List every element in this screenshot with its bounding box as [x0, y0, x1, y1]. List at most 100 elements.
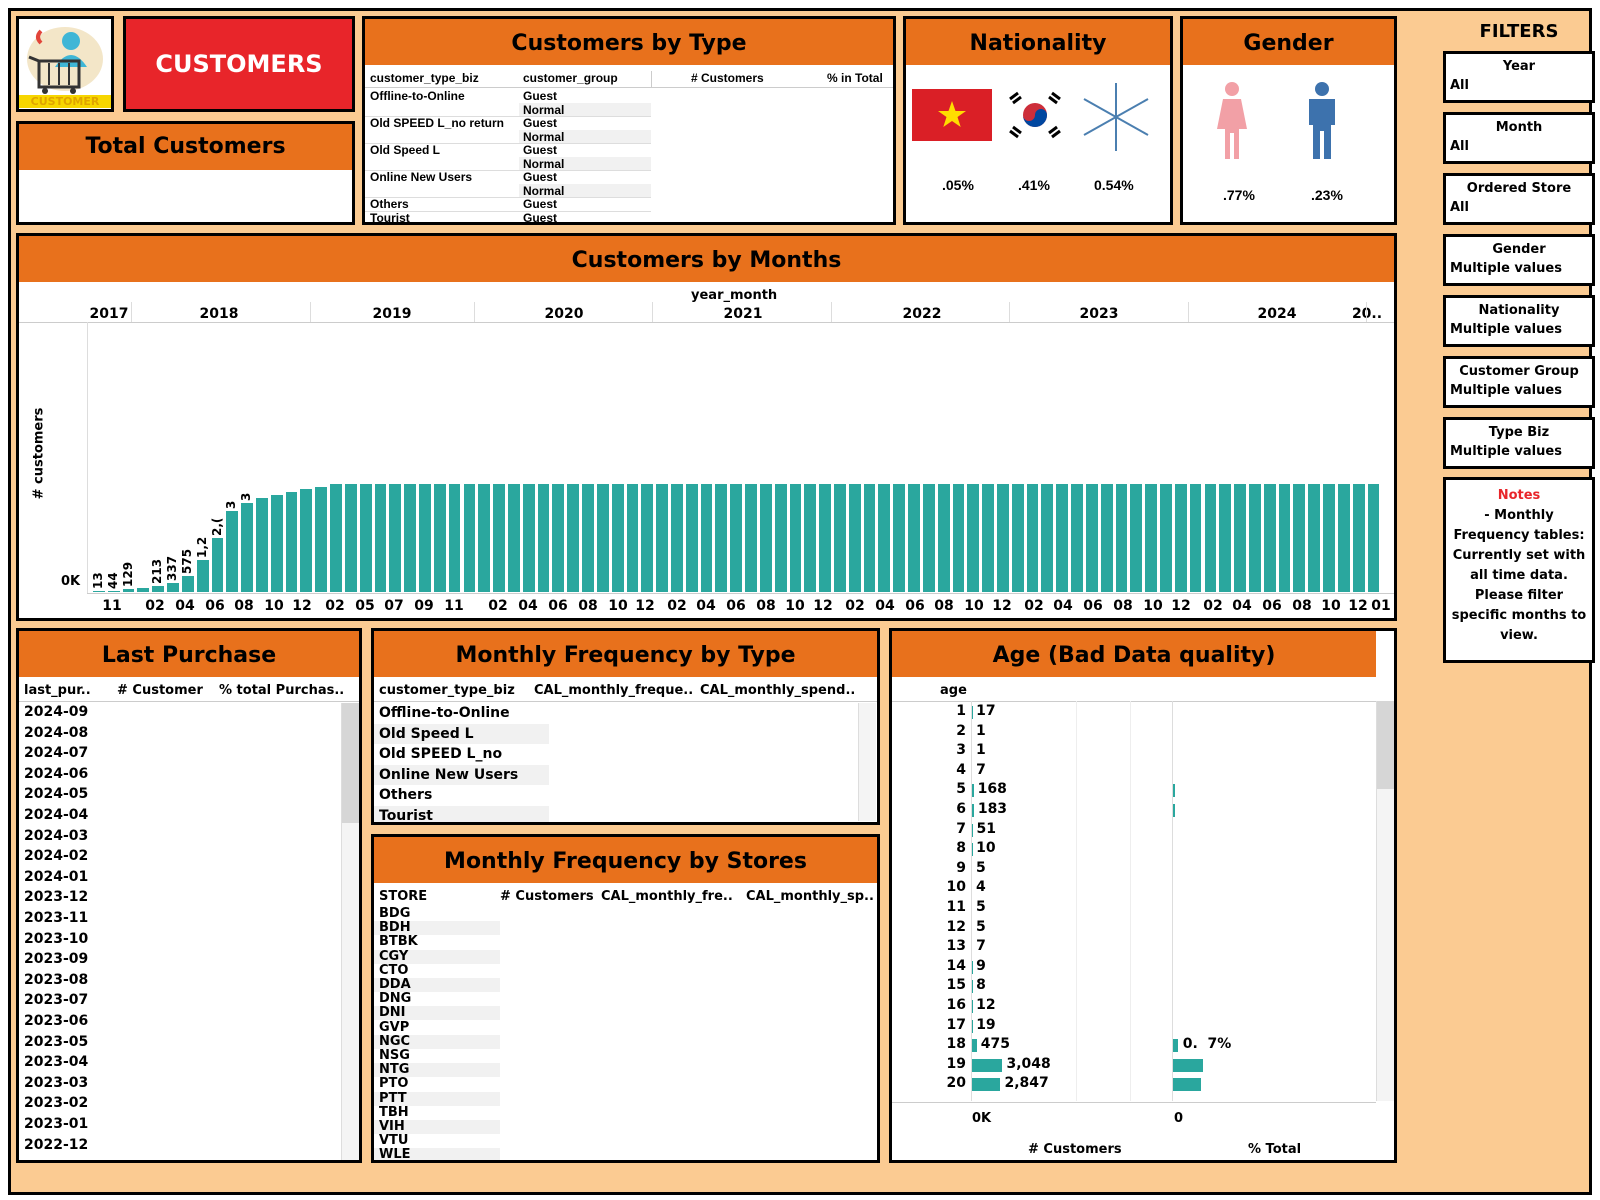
freq-store-row[interactable]: TBH	[374, 1105, 500, 1120]
age-pct-bar[interactable]	[1173, 1039, 1178, 1053]
month-bar[interactable]	[181, 576, 194, 592]
month-bar[interactable]	[834, 484, 846, 592]
month-bar[interactable]	[819, 484, 831, 592]
month-bar[interactable]	[1234, 484, 1246, 592]
month-bar[interactable]	[167, 582, 179, 592]
month-bar[interactable]	[463, 484, 476, 592]
age-scroll-thumb[interactable]	[1377, 701, 1394, 789]
month-bar[interactable]	[1056, 484, 1069, 592]
last-purchase-row[interactable]: 2023-07	[24, 992, 88, 1008]
freq-store-row[interactable]: NTG	[374, 1063, 500, 1078]
month-bar[interactable]	[122, 588, 135, 592]
last-purchase-row[interactable]: 2023-01	[24, 1116, 88, 1132]
month-bar[interactable]	[433, 484, 446, 592]
last-purchase-row[interactable]: 2023-06	[24, 1013, 88, 1029]
month-bar[interactable]	[1145, 484, 1158, 592]
month-bar[interactable]	[315, 486, 328, 592]
month-bar[interactable]	[1115, 484, 1128, 592]
month-bar[interactable]	[567, 484, 580, 592]
month-bar[interactable]	[389, 484, 402, 592]
freq-type-row[interactable]: Others	[374, 785, 549, 805]
month-bar[interactable]	[152, 586, 165, 592]
filter-type-biz[interactable]: Type Biz Multiple values	[1443, 417, 1595, 469]
filter-value[interactable]: Multiple values	[1450, 383, 1592, 398]
month-bar[interactable]	[982, 484, 994, 592]
freq-type-row[interactable]: Old SPEED L_no retu..	[374, 744, 549, 782]
filter-month[interactable]: Month All	[1443, 112, 1595, 164]
freq-store-row[interactable]: VIH	[374, 1120, 500, 1134]
month-bar[interactable]	[1160, 484, 1172, 592]
last-purchase-row[interactable]: 2023-03	[24, 1075, 88, 1091]
last-purchase-row[interactable]: 2024-01	[24, 869, 88, 885]
freq-type-row[interactable]: Old Speed L	[374, 723, 549, 744]
freq-store-row[interactable]: GVP	[374, 1020, 500, 1035]
month-bar[interactable]	[507, 484, 520, 592]
month-bar[interactable]	[478, 484, 491, 592]
month-bar[interactable]	[1263, 484, 1276, 592]
month-bar[interactable]	[1189, 484, 1202, 592]
month-bar[interactable]	[270, 494, 283, 592]
last-purchase-row[interactable]: 2023-12	[24, 889, 88, 905]
month-bar[interactable]	[344, 484, 357, 592]
last-purchase-row[interactable]: 2024-02	[24, 848, 88, 864]
month-bar[interactable]	[493, 484, 505, 592]
month-bar[interactable]	[611, 484, 624, 592]
filter-value[interactable]: Multiple values	[1450, 444, 1592, 459]
month-bar[interactable]	[759, 484, 772, 592]
month-bar[interactable]	[626, 484, 639, 592]
month-bar[interactable]	[241, 502, 253, 592]
month-bar[interactable]	[1308, 484, 1321, 592]
last-purchase-row[interactable]: 2023-10	[24, 931, 88, 947]
freq-store-row[interactable]: DNG	[374, 992, 500, 1006]
month-bar[interactable]	[641, 484, 654, 592]
month-bar[interactable]	[359, 484, 372, 592]
filter-customer-group[interactable]: Customer Group Multiple values	[1443, 356, 1595, 408]
month-bar[interactable]	[537, 484, 550, 592]
month-bar[interactable]	[893, 484, 906, 592]
month-bar[interactable]	[1041, 484, 1054, 592]
month-bar[interactable]	[196, 559, 209, 592]
filter-gender[interactable]: Gender Multiple values	[1443, 234, 1595, 286]
month-bar[interactable]	[863, 484, 876, 592]
month-bar[interactable]	[1219, 484, 1232, 592]
month-bar[interactable]	[922, 484, 935, 592]
last-purchase-row[interactable]: 2023-08	[24, 972, 88, 988]
month-bar[interactable]	[878, 484, 891, 592]
last-purchase-row[interactable]: 2023-04	[24, 1054, 88, 1070]
month-bar[interactable]	[1337, 484, 1350, 592]
month-bar[interactable]	[1323, 484, 1335, 592]
last-purchase-row[interactable]: 2023-09	[24, 951, 88, 967]
month-bar[interactable]	[404, 484, 417, 592]
age-pct-bar[interactable]	[1173, 1058, 1204, 1072]
month-bar[interactable]	[967, 484, 980, 592]
month-bar[interactable]	[211, 538, 224, 592]
month-bar[interactable]	[137, 587, 150, 592]
month-bar[interactable]	[1367, 484, 1380, 592]
month-bar[interactable]	[670, 484, 683, 592]
month-bar[interactable]	[1352, 484, 1365, 592]
last-purchase-row[interactable]: 2024-05	[24, 786, 88, 802]
last-purchase-row[interactable]: 2024-09	[24, 704, 88, 720]
month-bar[interactable]	[997, 484, 1009, 592]
filter-year[interactable]: Year All	[1443, 51, 1595, 103]
month-bar[interactable]	[774, 484, 787, 592]
last-purchase-row[interactable]: 2024-06	[24, 766, 88, 782]
freq-store-row[interactable]: CGY	[374, 949, 500, 964]
filter-value[interactable]: All	[1450, 139, 1592, 154]
filter-value[interactable]: All	[1450, 200, 1592, 215]
freq-store-row[interactable]: DNI	[374, 1006, 500, 1021]
month-bar[interactable]	[1174, 484, 1187, 592]
age-scrollbar[interactable]	[1376, 701, 1394, 1101]
month-bar[interactable]	[1130, 484, 1143, 592]
month-bar[interactable]	[448, 484, 461, 592]
month-bar[interactable]	[685, 484, 698, 592]
month-bar[interactable]	[1278, 484, 1291, 592]
freq-store-row[interactable]: DDA	[374, 978, 500, 992]
filter-value[interactable]: Multiple values	[1450, 261, 1592, 276]
month-bar[interactable]	[1026, 484, 1039, 592]
month-bar[interactable]	[700, 484, 713, 592]
month-bar[interactable]	[107, 590, 120, 592]
month-bar[interactable]	[952, 484, 965, 592]
last-purchase-row[interactable]: 2024-08	[24, 725, 88, 741]
month-bar[interactable]	[256, 497, 268, 592]
